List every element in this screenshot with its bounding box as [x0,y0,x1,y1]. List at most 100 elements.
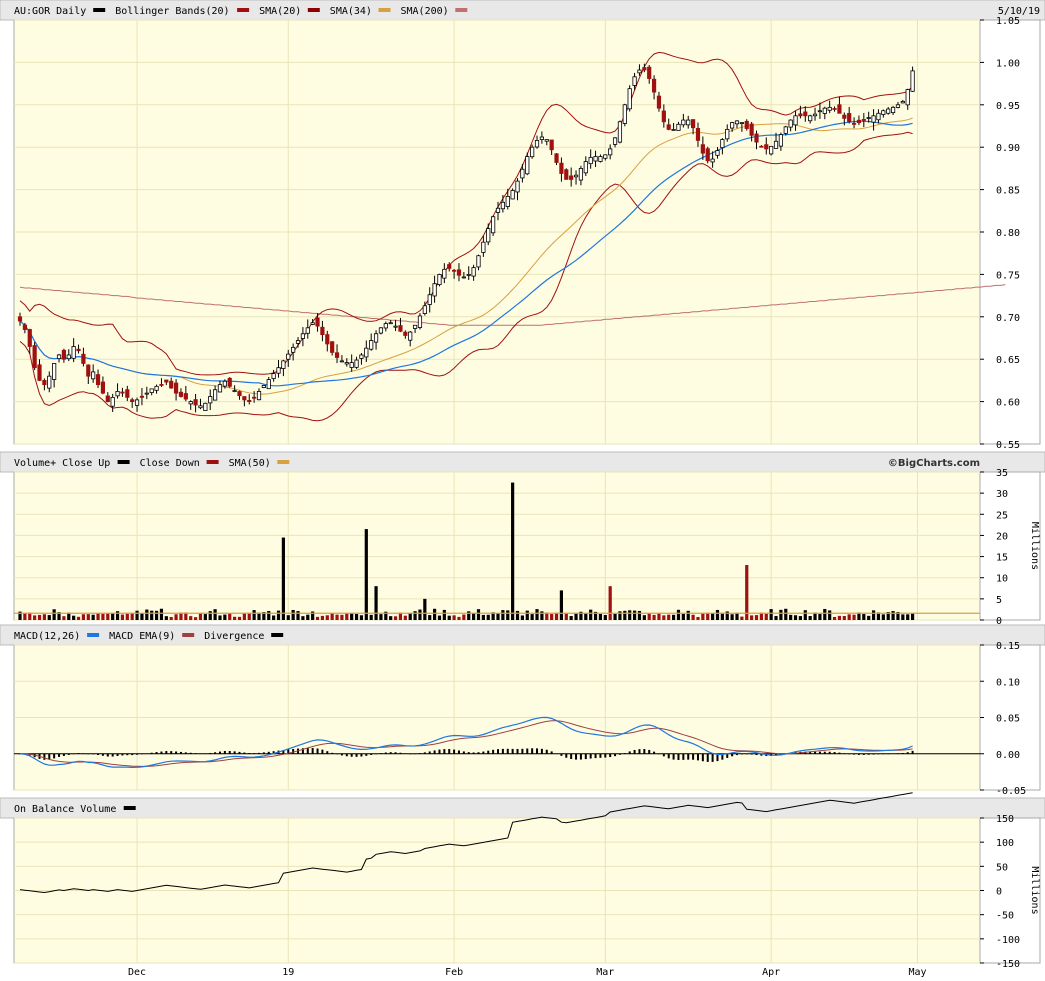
volume-bar [910,613,915,620]
volume-bar [520,615,524,620]
legend-label-price-4: SMA(200) [401,6,449,17]
ytick-label-volume-2: 25 [996,510,1008,521]
volume-bar [452,615,456,620]
volume-bar [457,616,461,620]
divergence-bar [438,749,441,754]
ytick-label-price-0: 1.05 [996,16,1020,27]
legend-label-volume-0: Volume+ Close Up [14,458,110,469]
candle-body [37,364,42,381]
legend-label-obv-0: On Balance Volume [14,804,116,815]
candle-body [549,139,554,151]
candle-body [164,379,169,383]
ytick-label-price-10: 0.55 [996,440,1020,451]
volume-bar [750,615,754,620]
volume-bar [413,611,417,620]
candle-body [505,195,510,207]
volume-bar [657,613,661,620]
volume-bar [374,586,378,620]
candle-body [808,115,813,122]
volume-bar [193,617,198,620]
divergence-bar [599,753,602,758]
volume-bar [535,609,539,620]
candle-body [237,391,242,397]
ytick-label-volume-4: 15 [996,553,1008,564]
candle-body [710,158,715,163]
divergence-bar [677,753,680,760]
candle-body [495,207,501,213]
volume-bar [291,609,295,620]
candle-body [803,111,808,117]
volume-bar [486,614,490,620]
candle-body [539,136,544,140]
volume-bar [906,614,910,620]
divergence-bar [43,753,46,760]
volume-bar [720,612,724,620]
volume-bar [481,614,485,620]
ytick-label-macd-0: 0.15 [996,641,1020,652]
candle-body [198,405,203,409]
candle-body [642,67,647,71]
volume-bar [862,614,866,620]
candle-body [354,359,359,368]
volume-bar [335,614,339,620]
volume-bar [789,614,793,620]
volume-bar [550,614,554,620]
volume-bar [340,614,344,620]
ytick-label-obv-5: -100 [996,935,1020,946]
volume-bar [671,614,676,620]
ytick-label-price-1: 1.00 [996,58,1020,69]
candle-body [510,190,515,200]
candle-body [681,119,686,126]
volume-bar [140,613,144,620]
volume-bar [198,613,203,620]
volume-bar [418,609,422,620]
candle-body [22,324,27,330]
volume-bar [691,614,695,620]
volume-bar [525,610,529,620]
candle-body [232,390,237,392]
legend-swatch-price-2 [307,8,320,12]
candle-body [42,380,47,386]
candle-body [247,399,252,403]
candle-body [793,115,798,126]
volume-bar [233,616,237,620]
candle-body [695,128,701,141]
divergence-bar [526,748,529,754]
legend-label-macd-1: MACD EMA(9) [109,631,175,642]
candle-body [783,126,788,134]
legend-label-price-3: SMA(34) [330,6,372,17]
divergence-bar [316,748,319,754]
candle-body [773,140,779,149]
volume-bar [559,590,564,620]
volume-bar [115,611,120,620]
legend-swatch-obv-0 [123,806,136,810]
volume-bar [832,616,837,620]
volume-bar [467,611,471,620]
divergence-bar [692,753,695,760]
ytick-label-volume-5: 10 [996,574,1008,585]
volume-bar [652,614,656,620]
plot-area-volume [13,471,981,621]
divergence-bar [706,753,709,762]
ytick-label-volume-0: 35 [996,468,1008,479]
volume-bar [203,614,207,620]
candle-body [17,316,23,322]
candle-body [305,327,310,334]
volume-bar [442,609,446,620]
volume-bar [852,614,856,620]
volume-bar [754,615,759,620]
candle-body [559,162,564,174]
candle-body [349,362,354,368]
volume-bar [33,615,37,620]
candle-body [500,201,505,210]
ytick-label-macd-2: 0.05 [996,714,1020,725]
volume-bar [740,616,744,620]
ytick-label-macd-4: -0.05 [996,786,1026,797]
candle-body [812,113,818,117]
volume-bar [208,611,212,620]
candle-body [827,106,832,111]
candle-body [300,333,305,339]
divergence-bar [643,749,646,754]
candle-body [456,269,462,276]
candle-body [447,264,452,269]
